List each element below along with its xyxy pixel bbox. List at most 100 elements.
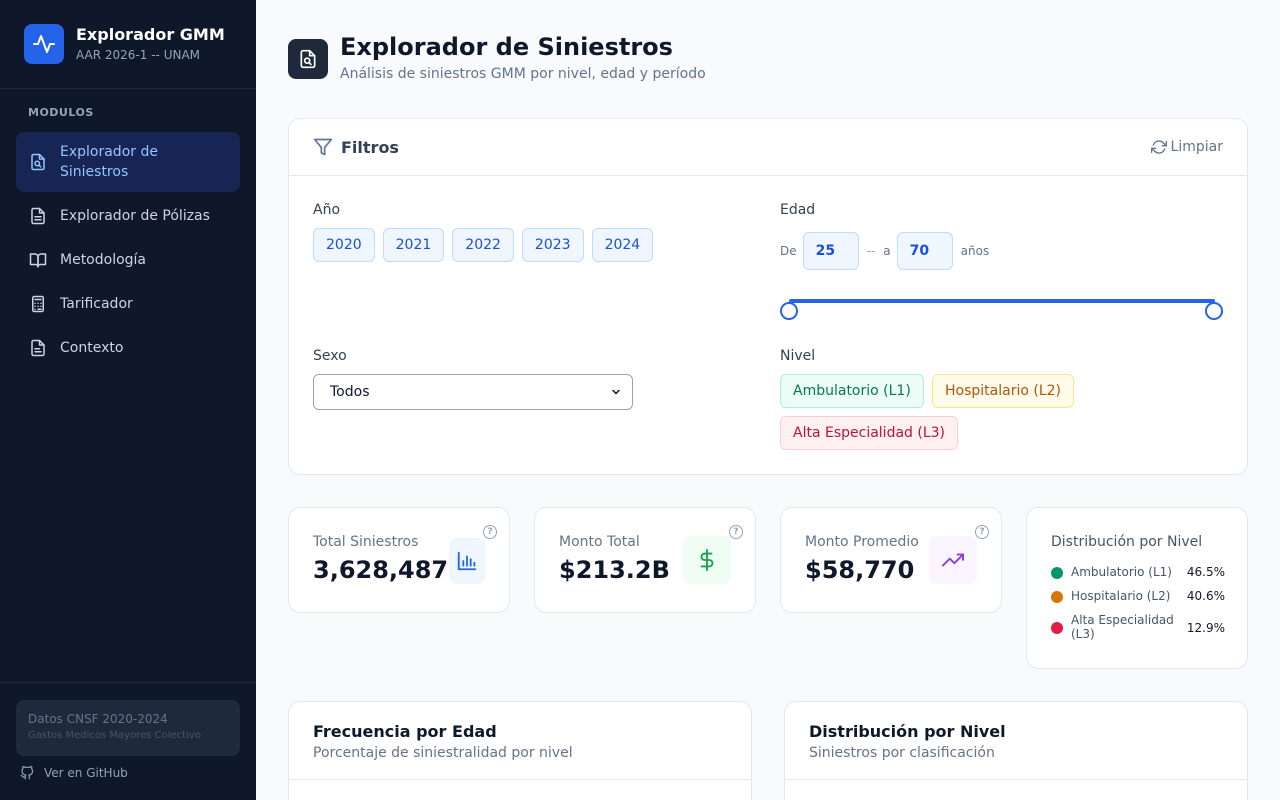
- sidebar-item-explorador-siniestros[interactable]: Explorador de Siniestros: [16, 132, 240, 192]
- panel-title: Frecuencia por Edad: [313, 722, 497, 741]
- chevron-down-icon: [610, 386, 622, 398]
- file-search-icon: [28, 152, 48, 172]
- kpi-label: Monto Promedio: [805, 534, 919, 550]
- age-slider-max-handle[interactable]: [1205, 302, 1223, 320]
- kpi-label: Total Siniestros: [313, 534, 419, 550]
- panel-subtitle: Porcentaje de siniestralidad por nivel: [313, 745, 573, 761]
- kpi-value: $213.2B: [559, 556, 670, 584]
- page-title: Explorador de Siniestros: [340, 33, 673, 61]
- sidebar: Explorador GMM AAR 2026-1 -- UNAM MODULO…: [0, 0, 256, 800]
- age-to-label: a: [883, 244, 891, 258]
- distribution-pct: 40.6%: [1186, 589, 1225, 603]
- kpi-card-monto-promedio: Monto Promedio $58,770 ?: [780, 507, 1002, 613]
- help-icon[interactable]: ?: [483, 525, 497, 539]
- help-icon[interactable]: ?: [729, 525, 743, 539]
- year-chip-2023[interactable]: 2023: [521, 228, 584, 262]
- year-label: Año: [313, 202, 341, 218]
- year-chip-2021[interactable]: 2021: [382, 228, 445, 262]
- age-slider-track[interactable]: [789, 299, 1215, 303]
- filter-icon: [313, 137, 333, 157]
- year-chip-2022[interactable]: 2022: [452, 228, 514, 262]
- distribution-card: Distribución por Nivel Ambulatorio (L1) …: [1026, 507, 1248, 669]
- file-icon: [28, 338, 48, 358]
- brand-subtitle: AAR 2026-1 -- UNAM: [76, 48, 201, 62]
- legend-dot: [1051, 622, 1063, 634]
- age-label: Edad: [780, 202, 816, 218]
- level-chip-l1[interactable]: Ambulatorio (L1): [780, 374, 924, 408]
- filters-header: Filtros Limpiar: [289, 119, 1247, 176]
- distribution-row-l3: Alta Especialidad (L3) 12.9%: [1051, 613, 1225, 641]
- age-from-label: De: [780, 244, 797, 258]
- panel-subtitle: Siniestros por clasificación: [809, 745, 995, 761]
- age-slider-min-handle[interactable]: [780, 302, 798, 320]
- bar-chart-icon: [449, 538, 485, 584]
- level-chip-l2[interactable]: Hospitalario (L2): [932, 374, 1074, 408]
- age-separator: --: [866, 244, 876, 258]
- level-chip-l3[interactable]: Alta Especialidad (L3): [780, 416, 959, 450]
- panel-frecuencia-edad: Frecuencia por Edad Porcentaje de sinies…: [288, 701, 752, 800]
- sidebar-item-label: Contexto: [60, 340, 124, 356]
- year-chips: 2020 2021 2022 2023 2024: [313, 228, 661, 262]
- help-icon[interactable]: ?: [975, 525, 989, 539]
- github-label: Ver en GitHub: [44, 766, 128, 780]
- book-open-icon: [28, 250, 48, 270]
- activity-icon: [24, 24, 64, 64]
- distribution-pct: 46.5%: [1186, 565, 1225, 579]
- sidebar-item-label: Metodología: [60, 252, 147, 268]
- data-source-box: Datos CNSF 2020-2024 Gastos Medicos Mayo…: [16, 700, 240, 756]
- age-range-inputs: De -- a años: [780, 232, 989, 270]
- page-subtitle: Análisis de siniestros GMM por nivel, ed…: [340, 66, 706, 82]
- filters-card: Filtros Limpiar Año 2020 2021 2022 2023 …: [288, 118, 1248, 475]
- year-chip-2020[interactable]: 2020: [313, 228, 375, 262]
- kpi-card-total-siniestros: Total Siniestros 3,628,487 ?: [288, 507, 510, 613]
- calculator-icon: [28, 294, 48, 314]
- kpi-card-monto-total: Monto Total $213.2B ?: [534, 507, 756, 613]
- sidebar-item-label: Explorador de Siniestros: [60, 144, 158, 180]
- sidebar-bottom-divider: [0, 682, 256, 683]
- age-min-input[interactable]: [802, 232, 859, 270]
- panel-distribucion-nivel: Distribución por Nivel Siniestros por cl…: [784, 701, 1248, 800]
- clear-filters-label: Limpiar: [1170, 139, 1223, 155]
- distribution-name: Hospitalario (L2): [1071, 589, 1171, 603]
- kpi-value: $58,770: [805, 556, 915, 584]
- sidebar-item-contexto[interactable]: Contexto: [16, 328, 240, 368]
- github-icon: [20, 766, 34, 780]
- sidebar-divider: [0, 88, 256, 89]
- legend-dot: [1051, 591, 1063, 603]
- distribution-name: Ambulatorio (L1): [1071, 565, 1172, 579]
- sex-select[interactable]: Todos: [313, 374, 633, 410]
- year-chip-2024[interactable]: 2024: [591, 228, 654, 262]
- age-unit-label: años: [960, 244, 990, 258]
- sidebar-item-explorador-polizas[interactable]: Explorador de Pólizas: [16, 196, 240, 236]
- age-max-input[interactable]: [896, 232, 953, 270]
- file-text-icon: [28, 206, 48, 226]
- sidebar-item-metodologia[interactable]: Metodología: [16, 240, 240, 280]
- legend-dot: [1051, 567, 1063, 579]
- panel-divider: [289, 779, 751, 780]
- level-label: Nivel: [780, 348, 816, 364]
- dollar-icon: [683, 536, 731, 584]
- sidebar-item-tarificador[interactable]: Tarificador: [16, 284, 240, 324]
- distribution-name: Alta Especialidad (L3): [1071, 613, 1174, 641]
- main-content: Explorador de Siniestros Análisis de sin…: [256, 0, 1280, 800]
- sidebar-item-label: Explorador de Pólizas: [60, 208, 210, 224]
- trending-up-icon: [929, 536, 977, 584]
- panel-title: Distribución por Nivel: [809, 722, 1006, 741]
- distribution-row-l1: Ambulatorio (L1) 46.5%: [1051, 565, 1225, 579]
- panel-divider: [785, 779, 1247, 780]
- file-search-icon: [288, 39, 328, 79]
- sidebar-nav: Explorador de Siniestros Explorador de P…: [16, 132, 240, 372]
- sex-label: Sexo: [313, 348, 347, 364]
- kpi-value: 3,628,487: [313, 556, 449, 584]
- sidebar-item-label: Tarificador: [60, 296, 133, 312]
- section-label: MODULOS: [28, 106, 94, 119]
- github-link[interactable]: Ver en GitHub: [20, 766, 128, 780]
- kpi-label: Monto Total: [559, 534, 640, 550]
- distribution-row-l2: Hospitalario (L2) 40.6%: [1051, 589, 1225, 603]
- data-source-title: Datos CNSF 2020-2024: [28, 712, 168, 726]
- clear-filters-button[interactable]: Limpiar: [1150, 139, 1223, 155]
- distribution-title: Distribución por Nivel: [1051, 534, 1203, 550]
- refresh-icon: [1150, 139, 1167, 155]
- sex-select-value: Todos: [330, 384, 370, 400]
- brand[interactable]: Explorador GMM AAR 2026-1 -- UNAM: [24, 24, 225, 64]
